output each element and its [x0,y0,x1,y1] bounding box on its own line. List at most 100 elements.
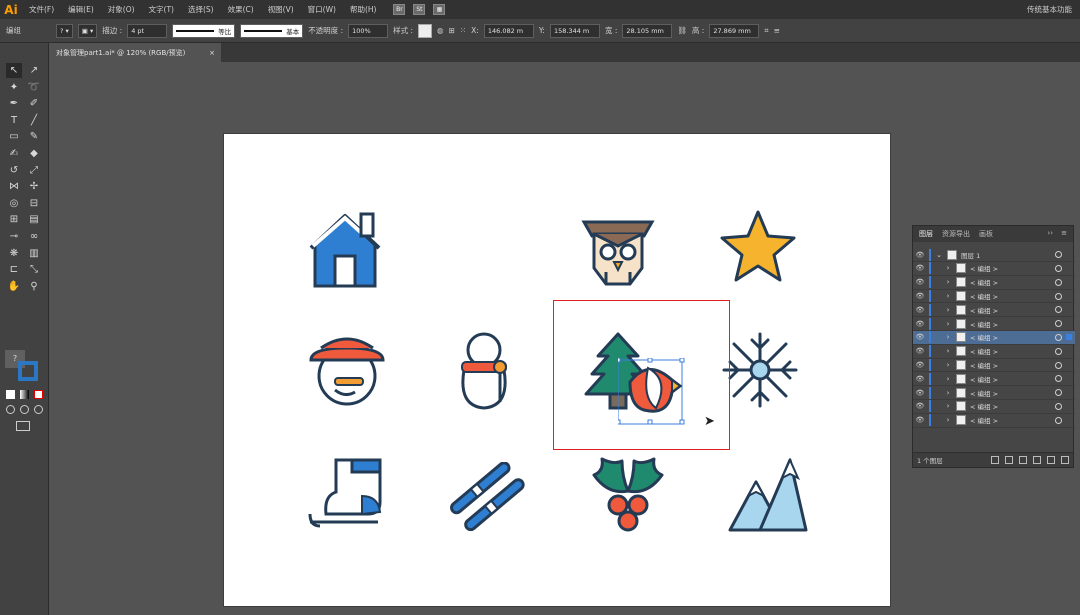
eye-icon[interactable]: 👁 [913,251,927,259]
opacity-label[interactable]: 不透明度 : [308,25,343,36]
eye-icon[interactable]: 👁 [913,292,927,300]
collapse-panel-icon[interactable]: ›› [1047,229,1053,237]
group-name[interactable]: < 编组 > [970,332,998,342]
lasso-tool-icon[interactable]: ➰ [26,80,42,95]
width-input[interactable]: 28.105 mm [622,23,673,38]
star-icon[interactable] [718,208,798,284]
target-icon[interactable] [1055,278,1062,286]
draw-normal-icon[interactable] [6,405,15,414]
rotate-tool-icon[interactable]: ↺ [6,163,22,178]
group-name[interactable]: < 编组 > [970,291,998,301]
direct-selection-tool-icon[interactable]: ↗ [26,63,42,78]
target-icon[interactable] [1055,416,1062,424]
chevron-right-icon[interactable]: › [943,292,953,300]
eye-icon[interactable]: 👁 [913,347,927,355]
chevron-right-icon[interactable]: › [943,333,953,341]
link-proportions-icon[interactable]: ⛓ [677,26,687,35]
export-icon[interactable] [991,456,999,464]
opacity-input[interactable]: 100% [348,23,389,38]
target-icon[interactable] [1055,265,1062,272]
group-name[interactable]: < 编组 > [970,360,998,370]
selection-indicator[interactable] [1066,333,1072,340]
tab-layers[interactable]: 图层 [919,229,933,239]
target-icon[interactable] [1055,347,1062,355]
chevron-right-icon[interactable]: › [943,320,953,328]
group-name[interactable]: < 编组 > [970,415,998,425]
chevron-right-icon[interactable]: › [943,264,953,272]
column-graph-tool-icon[interactable]: ▥ [26,246,42,261]
chevron-right-icon[interactable]: › [943,402,953,410]
new-layer-icon[interactable] [1047,456,1055,464]
paintbrush-tool-icon[interactable]: ✎ [26,129,42,144]
close-tab-icon[interactable]: × [209,49,215,57]
target-icon[interactable] [1055,292,1062,300]
target-icon[interactable] [1055,375,1062,383]
snowman-face-icon[interactable] [305,330,389,410]
stroke-color-icon[interactable] [18,361,38,381]
scale-tool-icon[interactable]: ⤢ [26,163,42,178]
eye-icon[interactable]: 👁 [913,333,927,341]
menu-file[interactable]: 文件(F) [22,4,61,15]
puppet-warp-tool-icon[interactable]: ✢ [26,179,42,194]
chevron-right-icon[interactable]: › [943,361,953,369]
sublayer-row[interactable]: 👁 › < 编组 > [913,289,1075,304]
draw-inside-icon[interactable] [34,405,43,414]
align-icon[interactable]: ⊞ [449,26,455,35]
eyedropper-tool-icon[interactable]: ⊸ [6,229,22,244]
skis-icon[interactable] [448,462,528,532]
screen-mode-icon[interactable] [16,421,30,431]
stock-icon[interactable]: St [413,4,426,15]
sublayer-row[interactable]: 👁 › < 编组 > [913,303,1075,318]
hand-tool-icon[interactable]: ✋ [6,279,22,294]
chevron-right-icon[interactable]: › [943,416,953,424]
eye-icon[interactable]: 👁 [913,320,927,328]
eye-icon[interactable]: 👁 [913,361,927,369]
stroke-label[interactable]: 描边 : [102,25,122,36]
group-name[interactable]: < 编组 > [970,346,998,356]
chevron-down-icon[interactable]: ⌄ [934,251,944,259]
target-icon[interactable] [1055,402,1062,410]
pen-tool-icon[interactable]: ✒ [6,96,22,111]
symbol-sprayer-tool-icon[interactable]: ❋ [6,246,22,261]
delete-icon[interactable] [1061,456,1069,464]
snowman-scarf-icon[interactable] [452,330,516,410]
target-icon[interactable] [1055,333,1062,341]
mesh-tool-icon[interactable]: ⊞ [6,212,22,227]
target-icon[interactable] [1055,251,1062,258]
group-name[interactable]: < 编组 > [970,277,998,287]
gradient-tool-icon[interactable]: ▤ [26,212,42,227]
shape-builder-tool-icon[interactable]: ◎ [6,196,22,211]
group-name[interactable]: < 编组 > [970,305,998,315]
graphic-style-swatch[interactable] [418,23,433,38]
transform-options-icon[interactable]: ⌗ [764,26,768,36]
menu-help[interactable]: 帮助(H) [343,4,384,15]
stroke-swatch-dropdown[interactable]: ▣ ▾ [77,23,98,38]
draw-behind-icon[interactable] [20,405,29,414]
menu-view[interactable]: 视图(V) [261,4,301,15]
mountains-icon[interactable] [726,454,810,534]
target-icon[interactable] [1055,306,1062,314]
document-tab[interactable]: 对象管理part1.ai* @ 120% (RGB/预览) × [49,43,221,62]
slice-tool-icon[interactable]: ⤡ [26,262,42,277]
fill-stroke-control[interactable] [14,361,38,385]
group-name[interactable]: < 编组 > [970,319,998,329]
eye-icon[interactable]: 👁 [913,278,927,286]
sublayer-row[interactable]: 👁 › < 编组 > [913,345,1075,359]
target-icon[interactable] [1055,389,1062,397]
sublayer-row[interactable]: 👁 › < 编组 > [913,400,1075,414]
recolor-icon[interactable]: ◍ [437,26,444,35]
eye-icon[interactable]: 👁 [913,389,927,397]
owl-icon[interactable] [578,212,658,288]
chevron-right-icon[interactable]: › [943,306,953,314]
new-sublayer-icon[interactable] [1033,456,1041,464]
snowflake-icon[interactable] [722,332,798,408]
workspace-switcher[interactable]: 传统基本功能 [1027,4,1072,15]
eye-icon[interactable]: 👁 [913,264,927,272]
line-tool-icon[interactable]: ╱ [26,113,42,128]
y-input[interactable]: 158.344 m [549,23,600,38]
holly-berries-icon[interactable] [588,455,668,533]
brush-definition[interactable]: 基本 [240,23,304,38]
chevron-right-icon[interactable]: › [943,278,953,286]
target-icon[interactable] [1055,320,1062,328]
rectangle-tool-icon[interactable]: ▭ [6,129,22,144]
